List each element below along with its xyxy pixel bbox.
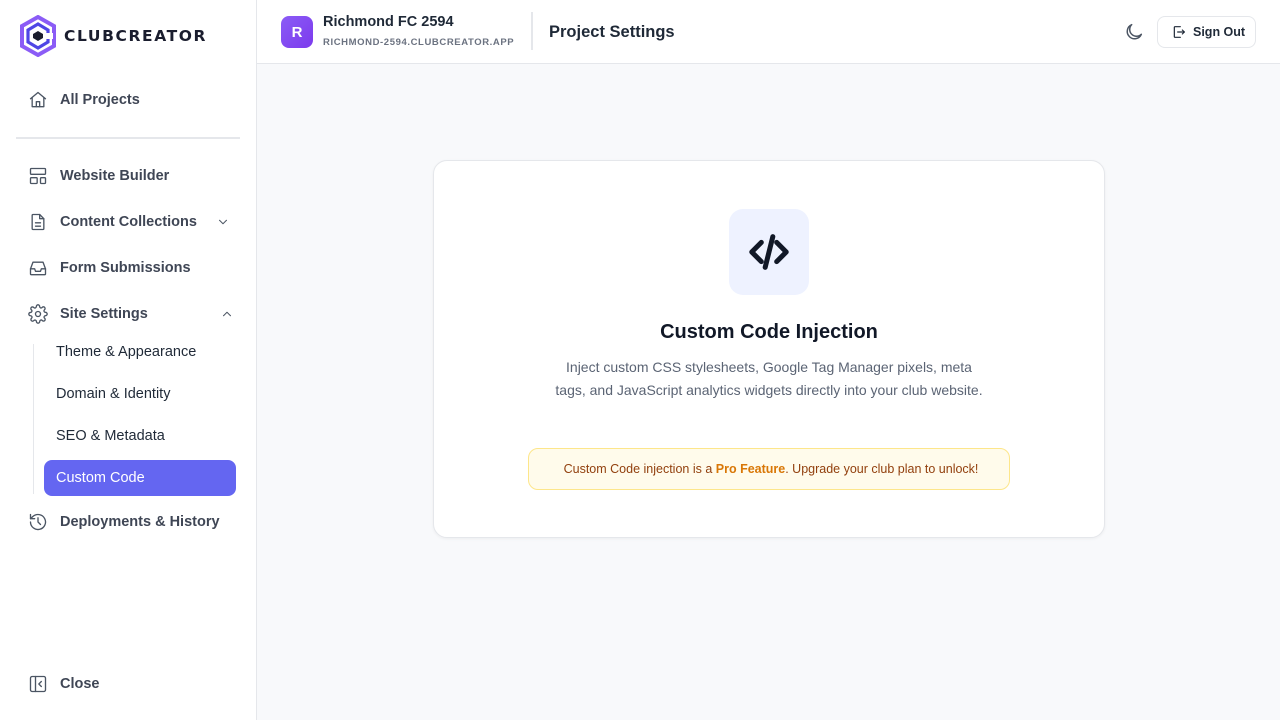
file-text-icon: [28, 212, 48, 232]
custom-code-card: Custom Code Injection Inject custom CSS …: [433, 160, 1105, 538]
sidebar-close-button[interactable]: Close: [16, 664, 240, 704]
code-icon-tile: [729, 209, 809, 295]
submenu-guide-line: [33, 344, 34, 494]
sidebar-close-label: Close: [60, 676, 100, 692]
project-domain: RICHMOND-2594.CLUBCREATOR.APP: [323, 37, 515, 48]
chevron-up-icon[interactable]: [220, 307, 234, 321]
nav-form-submissions[interactable]: Form Submissions: [16, 248, 240, 288]
history-icon: [28, 512, 48, 532]
nav-website-builder[interactable]: Website Builder: [16, 156, 240, 196]
moon-icon: [1126, 23, 1143, 40]
card-description: Inject custom CSS stylesheets, Google Ta…: [555, 359, 983, 398]
nav-site-settings[interactable]: Site Settings: [16, 294, 240, 334]
chevron-down-icon[interactable]: [216, 215, 230, 229]
subnav-theme-appearance[interactable]: Theme & Appearance: [44, 334, 236, 370]
brand-logo[interactable]: CLUBCREATOR: [19, 15, 207, 57]
hexagon-c-logo-icon: [20, 15, 56, 57]
nav-deployments-label: Deployments & History: [60, 514, 220, 530]
nav-all-projects-label: All Projects: [60, 92, 140, 108]
banner-prefix: Custom Code injection is a: [563, 462, 713, 476]
subnav-seo-metadata[interactable]: SEO & Metadata: [44, 418, 236, 454]
pro-feature-highlight: Pro Feature: [715, 462, 786, 476]
inbox-icon: [28, 258, 48, 278]
brand-name: CLUBCREATOR: [64, 27, 208, 45]
sign-out-label: Sign Out: [1193, 25, 1246, 39]
sidebar-divider: [16, 137, 240, 139]
banner-suffix: . Upgrade your club plan to unlock!: [785, 462, 979, 476]
gear-icon: [28, 304, 48, 324]
project-name: Richmond FC 2594: [323, 14, 454, 30]
nav-all-projects[interactable]: All Projects: [16, 80, 240, 120]
top-header: R Richmond FC 2594 RICHMOND-2594.CLUBCRE…: [257, 0, 1280, 64]
sidebar: CLUBCREATOR All Projects Website Builder…: [0, 0, 257, 720]
log-out-icon: [1173, 26, 1185, 38]
page-title: Project Settings: [549, 23, 675, 41]
card-title: Custom Code Injection: [660, 321, 878, 343]
theme-toggle-button[interactable]: [1123, 21, 1147, 45]
nav-content-collections[interactable]: Content Collections: [16, 202, 240, 242]
subnav-custom-code[interactable]: Custom Code: [44, 460, 236, 496]
code-icon: [749, 234, 789, 270]
sign-out-button[interactable]: Sign Out: [1157, 16, 1256, 48]
pro-feature-banner: Custom Code injection is a Pro Feature. …: [528, 448, 1010, 490]
layout-icon: [28, 166, 48, 186]
project-avatar[interactable]: R: [281, 16, 313, 48]
nav-form-submissions-label: Form Submissions: [60, 260, 191, 276]
nav-website-builder-label: Website Builder: [60, 168, 170, 184]
header-separator: [531, 12, 533, 50]
nav-content-collections-label: Content Collections: [60, 214, 197, 230]
nav-site-settings-label: Site Settings: [60, 306, 148, 322]
sidebar-collapse-icon: [28, 674, 48, 694]
home-icon: [28, 90, 48, 110]
subnav-domain-identity[interactable]: Domain & Identity: [44, 376, 236, 412]
nav-deployments-history[interactable]: Deployments & History: [16, 502, 240, 542]
